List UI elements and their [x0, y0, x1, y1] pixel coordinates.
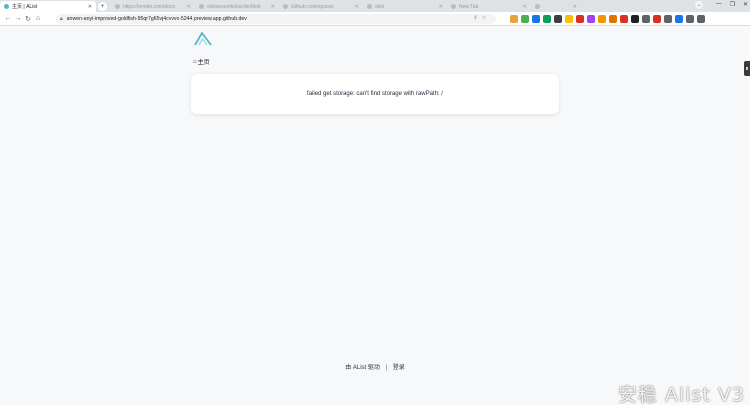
- extension-icon[interactable]: [576, 15, 584, 23]
- new-tab-button[interactable]: +: [98, 2, 107, 11]
- extension-icon[interactable]: [510, 15, 518, 23]
- bookmark-star-icon[interactable]: ☆: [482, 15, 490, 21]
- extension-icon[interactable]: [664, 15, 672, 23]
- extensions-bar: [510, 15, 705, 23]
- footer: 由 AList 驱动 | 登录: [0, 362, 750, 371]
- favicon-icon: [283, 4, 288, 9]
- favicon-icon: [199, 4, 204, 9]
- browser-toolbar: ← → ↻ ⌂ 🔒︎ anwen-anyi-improved-goldfish-…: [0, 12, 750, 26]
- tab-title: New Tab: [459, 3, 479, 10]
- error-message: failed get storage: can't find storage w…: [307, 91, 443, 97]
- tab-inactive[interactable]: alist ✕: [363, 1, 447, 12]
- tab-title: https://render.com/docs: [123, 3, 175, 10]
- favicon-icon: [115, 4, 120, 9]
- extension-icon[interactable]: [697, 15, 705, 23]
- home-icon[interactable]: ⌂: [33, 15, 43, 22]
- forward-icon[interactable]: →: [13, 15, 23, 22]
- restore-icon[interactable]: ❐: [730, 1, 735, 8]
- extension-icon[interactable]: [609, 15, 617, 23]
- extension-icon[interactable]: [587, 15, 595, 23]
- tab-inactive[interactable]: shikansen/tieba-lite/blob ✕: [195, 1, 279, 12]
- tab-title: alist: [375, 3, 384, 10]
- tab-active[interactable]: 主页 | AList ✕: [0, 1, 96, 12]
- window-controls: — ❐ ✕: [716, 1, 748, 8]
- extension-icon[interactable]: [565, 15, 573, 23]
- extension-icon[interactable]: [554, 15, 562, 23]
- side-panel-handle[interactable]: [744, 61, 750, 76]
- favicon-icon: [451, 4, 456, 9]
- extension-icon[interactable]: [543, 15, 551, 23]
- share-icon[interactable]: ⇪: [473, 15, 481, 21]
- extension-icon[interactable]: [686, 15, 694, 23]
- login-link[interactable]: 登录: [393, 365, 405, 371]
- extension-icon[interactable]: [642, 15, 650, 23]
- close-tab-icon[interactable]: ✕: [523, 4, 527, 10]
- home-icon: ⌂: [193, 58, 197, 65]
- close-tab-icon[interactable]: ✕: [271, 4, 275, 10]
- close-tab-icon[interactable]: ✕: [355, 4, 359, 10]
- powered-by-link[interactable]: 由 AList 驱动: [345, 365, 380, 371]
- tab-search-icon[interactable]: ⌄: [695, 1, 703, 9]
- breadcrumb-home-label: 主页: [197, 60, 210, 66]
- close-tab-icon[interactable]: ✕: [187, 4, 191, 10]
- extension-icon[interactable]: [620, 15, 628, 23]
- footer-separator: |: [385, 365, 388, 371]
- tab-title: Github codespaces: [291, 3, 334, 10]
- address-bar[interactable]: 🔒︎ anwen-anyi-improved-goldfish-95qr7g65…: [56, 14, 496, 24]
- favicon-icon: [535, 4, 540, 9]
- address-bar-actions: ⇪☆: [473, 15, 490, 21]
- extension-icon[interactable]: [631, 15, 639, 23]
- tab-title: 主页 | AList: [12, 4, 38, 10]
- address-url: anwen-anyi-improved-goldfish-95qr7g65vj4…: [66, 16, 247, 22]
- minimize-icon[interactable]: —: [716, 1, 722, 8]
- favicon-icon: [367, 4, 372, 9]
- extension-icon[interactable]: [675, 15, 683, 23]
- watermark: 安稳 Alist V3: [617, 384, 745, 405]
- lock-icon[interactable]: 🔒︎: [60, 16, 63, 22]
- browser-tab-strip: 主页 | AList ✕ + https://render.com/docs ✕ …: [0, 0, 750, 12]
- back-icon[interactable]: ←: [3, 15, 13, 22]
- breadcrumb-home[interactable]: ⌂ 主页: [193, 57, 210, 67]
- alist-logo-icon[interactable]: [193, 32, 213, 46]
- tab-title: shikansen/tieba-lite/blob: [207, 3, 261, 10]
- tab-inactive[interactable]: New Tab ✕: [447, 1, 531, 12]
- error-card: failed get storage: can't find storage w…: [191, 74, 559, 114]
- close-tab-icon[interactable]: ✕: [573, 4, 577, 10]
- extension-icon[interactable]: [598, 15, 606, 23]
- close-window-icon[interactable]: ✕: [743, 1, 748, 8]
- extension-icon[interactable]: [532, 15, 540, 23]
- alist-favicon-icon: [4, 4, 9, 9]
- tab-inactive[interactable]: ✕: [531, 1, 581, 12]
- close-tab-icon[interactable]: ✕: [88, 4, 92, 10]
- extension-icon[interactable]: [521, 15, 529, 23]
- close-tab-icon[interactable]: ✕: [439, 4, 443, 10]
- reload-icon[interactable]: ↻: [23, 15, 33, 23]
- tab-inactive[interactable]: https://render.com/docs ✕: [111, 1, 195, 12]
- tab-inactive[interactable]: Github codespaces ✕: [279, 1, 363, 12]
- extension-icon[interactable]: [653, 15, 661, 23]
